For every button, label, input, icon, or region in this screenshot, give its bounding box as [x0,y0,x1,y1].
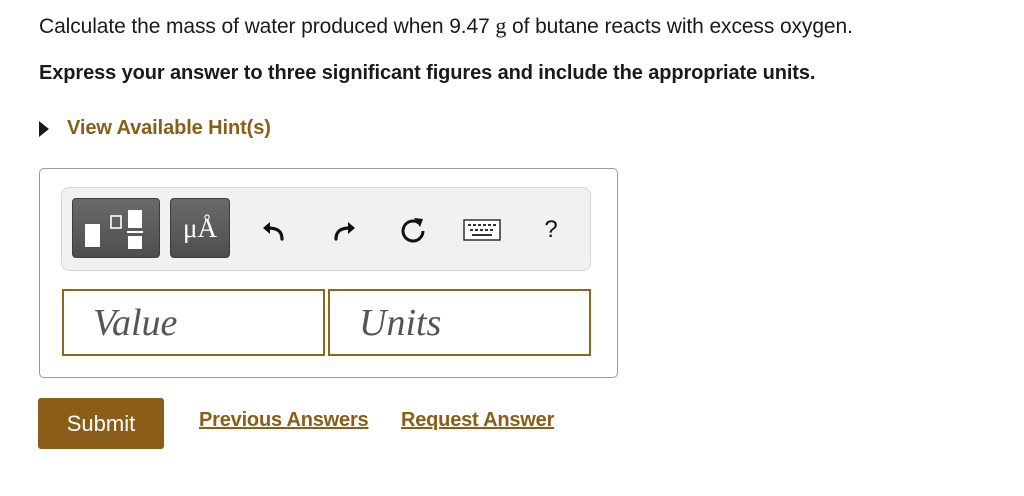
view-hints-toggle[interactable]: View Available Hint(s) [39,117,271,140]
math-toolbar: μÅ ? [61,187,591,271]
undo-icon [263,222,284,241]
undo-button[interactable] [254,210,294,250]
reset-button[interactable] [393,210,433,250]
units-placeholder: Units [359,301,442,344]
answer-box: μÅ ? Value Units [39,168,618,378]
redo-icon [334,222,355,241]
redo-button[interactable] [324,210,364,250]
units-icon: μÅ [183,212,217,243]
units-input[interactable]: Units [328,289,591,356]
question-text: Calculate the mass of water produced whe… [39,13,853,39]
previous-answers-link[interactable]: Previous Answers [199,409,369,432]
templates-button[interactable] [72,198,160,258]
keyboard-button[interactable] [462,210,502,250]
question-unit-g: g [495,13,507,38]
help-button[interactable]: ? [531,210,571,250]
keyboard-icon [463,219,501,241]
expand-triangle-icon [39,120,49,137]
value-placeholder: Value [93,301,178,344]
instruction-text: Express your answer to three significant… [39,62,816,84]
question-prefix: Calculate the mass of water produced whe… [39,15,496,38]
units-button[interactable]: μÅ [170,198,230,258]
request-answer-link[interactable]: Request Answer [401,409,554,432]
question-suffix: of butane reacts with excess oxygen. [506,15,853,38]
submit-button[interactable]: Submit [38,398,164,449]
templates-icon [85,210,143,249]
reset-icon [401,218,425,243]
value-input[interactable]: Value [62,289,325,356]
help-icon: ? [544,216,558,243]
view-hints-label: View Available Hint(s) [67,117,271,139]
